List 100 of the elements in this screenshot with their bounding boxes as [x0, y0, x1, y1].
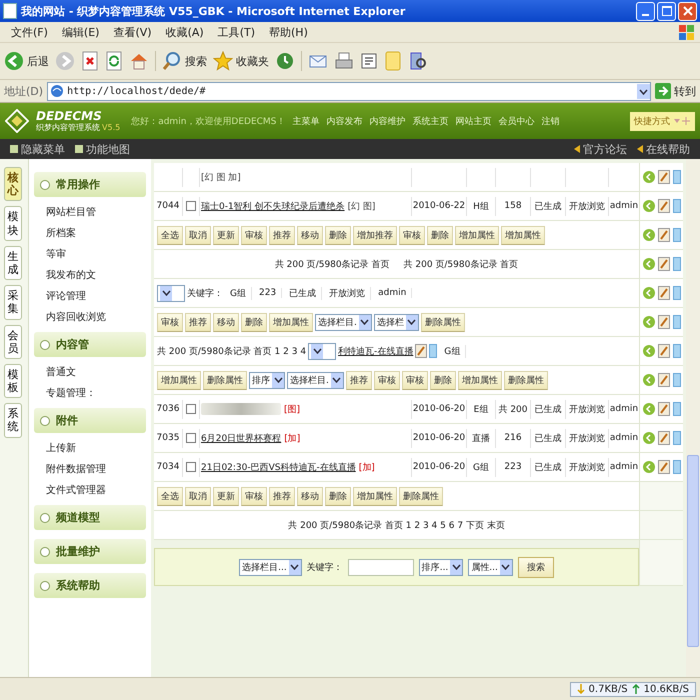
select-dropdown[interactable]: 属性... [468, 558, 513, 576]
document-icon[interactable] [672, 373, 680, 387]
nav-link[interactable]: 会员中心 [498, 114, 534, 128]
nav-link[interactable]: 系统主页 [412, 114, 448, 128]
nav-link[interactable]: 主菜单 [292, 114, 320, 128]
nav-link[interactable]: 网站主页 [455, 114, 492, 128]
menu-item[interactable]: 评论管理 [34, 287, 146, 305]
action-button[interactable]: 取消 [185, 226, 211, 244]
menu-item[interactable]: 帮助(H) [262, 24, 315, 40]
article-title-link[interactable]: 瑞士0-1智利 创不失球纪录后遭绝杀 [201, 200, 345, 212]
tag-links[interactable]: [幻 图] [348, 200, 376, 212]
document-icon[interactable] [672, 315, 680, 329]
menu-item[interactable]: 编辑(E) [54, 24, 106, 40]
menu-group-header[interactable]: 系统帮助 [34, 573, 146, 598]
side-tab[interactable]: 模块 [4, 206, 22, 241]
menu-item[interactable]: 附件数据管理 [34, 460, 146, 478]
article-title-link[interactable]: 21日02:30-巴西VS科特迪瓦-在线直播 [201, 460, 356, 474]
edit-icon[interactable] [658, 170, 670, 184]
close-button[interactable] [678, 2, 697, 20]
side-tab[interactable]: 生成 [4, 246, 22, 280]
document-icon[interactable] [672, 199, 680, 213]
action-button[interactable]: 更新 [213, 486, 239, 506]
menu-group-header[interactable]: 频道模型 [34, 505, 146, 530]
edit-icon[interactable] [658, 344, 670, 358]
toolbar-link[interactable]: 隐藏菜单 [10, 142, 65, 156]
action-button[interactable]: 增加属性 [353, 486, 397, 506]
action-button[interactable]: 审核 [241, 486, 267, 506]
action-button[interactable]: 增加推荐 [353, 226, 397, 244]
row-checkbox[interactable] [186, 433, 196, 443]
tag-links[interactable]: [加] [284, 432, 300, 444]
header-link[interactable]: 在线帮助 [637, 142, 690, 156]
go-button[interactable]: 转到 [655, 83, 696, 99]
action-button[interactable]: 推荐 [346, 370, 372, 390]
action-button[interactable]: 移动 [297, 226, 323, 244]
action-button[interactable]: 删除属性 [399, 486, 443, 506]
document-icon[interactable] [672, 170, 680, 184]
action-button[interactable]: 增加属性 [269, 312, 313, 332]
action-button[interactable]: 删除 [325, 226, 351, 244]
article-title-link[interactable]: 利特迪瓦-在线直播 [338, 344, 414, 358]
edit-icon[interactable] [658, 315, 670, 329]
header-link[interactable]: 官方论坛 [574, 142, 627, 156]
edit-icon[interactable] [658, 257, 670, 271]
address-field[interactable]: http://localhost/dede/# [47, 82, 651, 100]
search-icon[interactable] [162, 51, 182, 71]
research-button[interactable] [408, 51, 428, 71]
action-button[interactable]: 推荐 [185, 312, 211, 332]
document-icon[interactable] [672, 402, 680, 416]
go-arrow-icon[interactable] [655, 83, 671, 99]
tag-links[interactable]: [加] [358, 460, 375, 474]
keyword-input-field[interactable] [348, 558, 414, 576]
action-button[interactable]: 推荐 [269, 486, 295, 506]
action-button[interactable]: 全选 [157, 486, 183, 506]
menu-item[interactable]: 专题管理： [34, 384, 146, 402]
select-dropdown[interactable] [157, 284, 185, 302]
back-button[interactable]: 后退 [4, 51, 49, 71]
menu-group-header[interactable]: 附件 [34, 408, 146, 433]
action-button[interactable]: 增加属性 [157, 370, 201, 390]
menu-item[interactable]: 收藏(A) [158, 24, 211, 40]
document-icon[interactable] [672, 431, 680, 445]
action-button[interactable]: 审核 [241, 226, 267, 244]
side-tab[interactable]: 采集 [4, 285, 22, 320]
menu-group-header[interactable]: 内容管 [34, 332, 146, 357]
document-icon[interactable] [672, 286, 680, 300]
action-button[interactable]: 增加属性 [458, 370, 502, 390]
menu-item[interactable]: 查看(V) [106, 24, 159, 40]
caret-plus-icon[interactable] [673, 117, 691, 125]
action-button[interactable]: 搜索 [518, 556, 554, 578]
edit-icon[interactable] [658, 460, 670, 474]
action-button[interactable]: 审核 [402, 370, 428, 390]
action-button[interactable]: 删除属性 [420, 312, 465, 332]
side-tab[interactable]: 核心 [4, 167, 22, 202]
nav-link[interactable]: 内容发布 [326, 114, 362, 128]
action-button[interactable]: 删除属性 [504, 370, 548, 390]
menu-item[interactable]: 文件式管理器 [34, 481, 146, 499]
action-button[interactable]: 删除 [325, 486, 351, 506]
scrollbar[interactable] [686, 159, 700, 677]
menu-item[interactable]: 内容回收浏览 [34, 308, 146, 326]
maximize-button[interactable] [657, 2, 676, 20]
select-dropdown[interactable]: 选择栏目. [315, 314, 372, 330]
quick-menu-dropdown[interactable]: 快捷方式 [630, 112, 695, 130]
action-button[interactable]: 移动 [213, 312, 239, 332]
action-button[interactable]: 取消 [185, 486, 211, 506]
edit-icon[interactable] [658, 373, 670, 387]
edit-icon[interactable] [658, 402, 670, 416]
action-button[interactable]: 审核 [374, 370, 400, 390]
row-checkbox[interactable] [186, 462, 196, 472]
search-button[interactable]: 搜索 [155, 51, 207, 71]
edit-icon[interactable] [415, 344, 428, 358]
menu-item[interactable]: 普通文 [34, 363, 146, 381]
minimize-button[interactable] [636, 2, 655, 20]
nav-link[interactable]: 内容维护 [369, 114, 406, 128]
action-button[interactable]: 全选 [157, 226, 183, 244]
document-icon[interactable] [672, 257, 680, 271]
refresh-button[interactable] [105, 51, 123, 71]
document-icon[interactable] [672, 344, 680, 358]
action-button[interactable]: 删除属性 [203, 370, 247, 390]
print-button[interactable] [334, 51, 354, 71]
menu-item[interactable]: 上传新 [34, 439, 146, 457]
action-button[interactable]: 增加属性 [501, 226, 545, 244]
side-tab[interactable]: 系统 [4, 403, 22, 438]
